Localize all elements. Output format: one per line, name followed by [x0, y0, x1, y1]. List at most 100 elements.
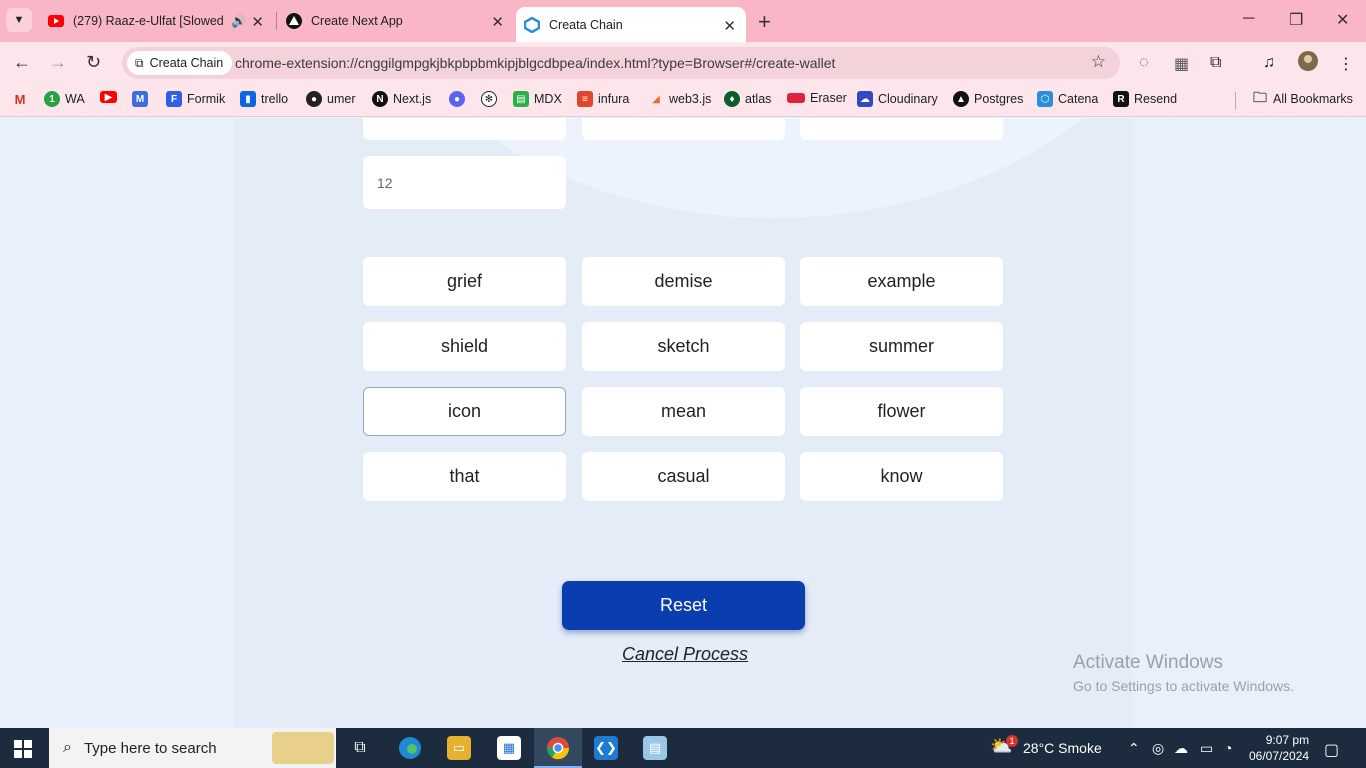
- bookmark-label: umer: [327, 92, 356, 106]
- bookmark-postgres[interactable]: ▲ Postgres: [953, 91, 1023, 107]
- word-option[interactable]: that: [363, 452, 566, 501]
- meet-now-icon[interactable]: ◎: [1152, 740, 1164, 757]
- bookmark-wa[interactable]: 1 WA: [44, 91, 85, 107]
- chrome-icon[interactable]: [546, 736, 570, 760]
- bookmark-umer[interactable]: ● umer: [306, 91, 355, 107]
- openai-icon: ✻: [481, 91, 497, 107]
- word-option[interactable]: casual: [582, 452, 785, 501]
- new-tab-plus-icon[interactable]: +: [758, 9, 771, 35]
- extension-puzzle-icon: ⧉: [135, 55, 144, 70]
- bookmark-infura[interactable]: ≡ infura: [577, 91, 629, 107]
- bookmark-eraser[interactable]: Eraser: [787, 91, 847, 105]
- forward-arrow-icon[interactable]: →: [49, 52, 67, 73]
- search-icon: ⌕: [63, 739, 72, 756]
- extension-ghost-icon[interactable]: ◌: [1139, 54, 1149, 72]
- bookmark-gmail[interactable]: M: [12, 91, 33, 107]
- bookmark-label: atlas: [745, 92, 772, 106]
- bookmark-formik[interactable]: F Formik: [166, 91, 225, 107]
- word-option[interactable]: sketch: [582, 322, 785, 371]
- bookmark-web3js[interactable]: ◢ web3.js: [648, 91, 711, 107]
- weather-text[interactable]: 28°C Smoke: [1023, 740, 1102, 756]
- word-slot-partial: [800, 118, 1003, 140]
- wifi-icon[interactable]: ◔: [1224, 740, 1232, 756]
- nextjs-icon: [286, 13, 302, 29]
- close-icon[interactable]: ✕: [723, 17, 736, 35]
- back-arrow-icon[interactable]: ←: [13, 52, 31, 73]
- system-clock[interactable]: 9:07 pm 06/07/2024: [1249, 732, 1309, 764]
- bookmark-openai[interactable]: ✻: [481, 91, 502, 107]
- bookmark-youtube[interactable]: ▶: [100, 91, 122, 103]
- bookmark-m-logo[interactable]: M: [132, 91, 153, 107]
- folder-icon: 🗀: [1253, 89, 1267, 105]
- word-option[interactable]: grief: [363, 257, 566, 306]
- bookmark-label: Next.js: [393, 92, 432, 106]
- task-view-icon[interactable]: ⧉: [348, 736, 372, 760]
- word-slot-partial: [363, 118, 566, 140]
- speaker-icon[interactable]: 🔊: [231, 14, 247, 29]
- word-option[interactable]: demise: [582, 257, 785, 306]
- extensions-puzzle-icon[interactable]: ⧉: [1210, 54, 1221, 72]
- bookmark-cloudinary[interactable]: ☁ Cloudinary: [857, 91, 938, 107]
- notification-icon[interactable]: ▢: [1324, 740, 1339, 760]
- trello-icon: ▮: [240, 91, 256, 107]
- media-control-icon[interactable]: ♫: [1263, 54, 1275, 72]
- vscode-icon[interactable]: ❮❯: [594, 736, 618, 760]
- windows-start-icon[interactable]: [14, 740, 32, 758]
- infura-icon: ≡: [577, 91, 593, 107]
- tab-youtube[interactable]: (279) Raaz-e-Ulfat [Slowed - 🔊 ✕: [36, 0, 274, 42]
- site-info-chip[interactable]: ⧉ Creata Chain: [127, 51, 233, 75]
- taskbar-search[interactable]: ⌕ Type here to search: [49, 728, 336, 768]
- bookmark-label: Catena: [1058, 92, 1099, 106]
- word-option[interactable]: flower: [800, 387, 1003, 436]
- word-option[interactable]: mean: [582, 387, 785, 436]
- address-bar[interactable]: ⧉ Creata Chain chrome-extension://cnggil…: [122, 47, 1120, 79]
- file-explorer-icon[interactable]: ▭: [447, 736, 471, 760]
- cancel-process-link[interactable]: Cancel Process: [622, 644, 748, 665]
- onedrive-cloud-icon[interactable]: ☁: [1174, 740, 1188, 757]
- tab-search-button[interactable]: ▼: [6, 8, 32, 32]
- url-text[interactable]: chrome-extension://cnggilgmpgkjbkpbpbmki…: [235, 55, 835, 71]
- watermark-title: Activate Windows: [1073, 652, 1223, 673]
- bookmark-nextjs[interactable]: N Next.js: [372, 91, 431, 107]
- battery-icon[interactable]: ▭: [1200, 740, 1213, 757]
- bookmark-trello[interactable]: ▮ trello: [240, 91, 288, 107]
- bookmark-label: Postgres: [974, 92, 1024, 106]
- youtube-icon: [48, 13, 64, 29]
- notepad-icon[interactable]: ▤: [643, 736, 667, 760]
- minimize-icon[interactable]: ─: [1243, 10, 1254, 28]
- word-option-selected[interactable]: icon: [363, 387, 566, 436]
- tab-create-next-app[interactable]: Create Next App ✕: [278, 0, 514, 42]
- close-icon[interactable]: ✕: [491, 13, 504, 31]
- m-logo-icon: M: [132, 91, 148, 107]
- chevron-up-icon[interactable]: ⌃: [1128, 740, 1140, 757]
- bookmark-resend[interactable]: R Resend: [1113, 91, 1177, 107]
- word-option[interactable]: shield: [363, 322, 566, 371]
- site-chip-label: Creata Chain: [149, 56, 224, 70]
- edge-icon[interactable]: [398, 736, 422, 760]
- whatsapp-icon: 1: [44, 91, 60, 107]
- restore-icon[interactable]: ❐: [1289, 10, 1303, 30]
- bookmark-mdx[interactable]: ▤ MDX: [513, 91, 562, 107]
- reset-button[interactable]: Reset: [562, 581, 805, 630]
- bookmark-catena[interactable]: ⬡ Catena: [1037, 91, 1098, 107]
- microsoft-store-icon[interactable]: ▦: [497, 736, 521, 760]
- bookmark-discord[interactable]: ●: [449, 91, 470, 107]
- tab-title: (279) Raaz-e-Ulfat [Slowed -: [73, 14, 223, 28]
- word-option[interactable]: example: [800, 257, 1003, 306]
- window-close-icon[interactable]: ✕: [1336, 10, 1349, 30]
- close-icon[interactable]: ✕: [251, 13, 264, 31]
- extension-grid-icon[interactable]: ▦: [1174, 54, 1189, 74]
- profile-avatar[interactable]: [1298, 51, 1318, 76]
- chevron-down-icon: ▼: [13, 14, 25, 26]
- word-slot-12[interactable]: 12: [363, 156, 566, 209]
- word-option[interactable]: know: [800, 452, 1003, 501]
- bookmark-star-icon[interactable]: ☆: [1091, 52, 1106, 72]
- search-highlight-image: [272, 732, 334, 764]
- menu-kebab-icon[interactable]: ⋮: [1338, 54, 1354, 74]
- all-bookmarks-folder[interactable]: 🗀 All Bookmarks: [1252, 89, 1353, 107]
- tab-creata-chain[interactable]: Creata Chain ✕: [516, 7, 746, 42]
- reload-icon[interactable]: ↻: [86, 52, 101, 73]
- bookmark-atlas[interactable]: ♦ atlas: [724, 91, 771, 107]
- tab-separator: [276, 12, 277, 30]
- word-option[interactable]: summer: [800, 322, 1003, 371]
